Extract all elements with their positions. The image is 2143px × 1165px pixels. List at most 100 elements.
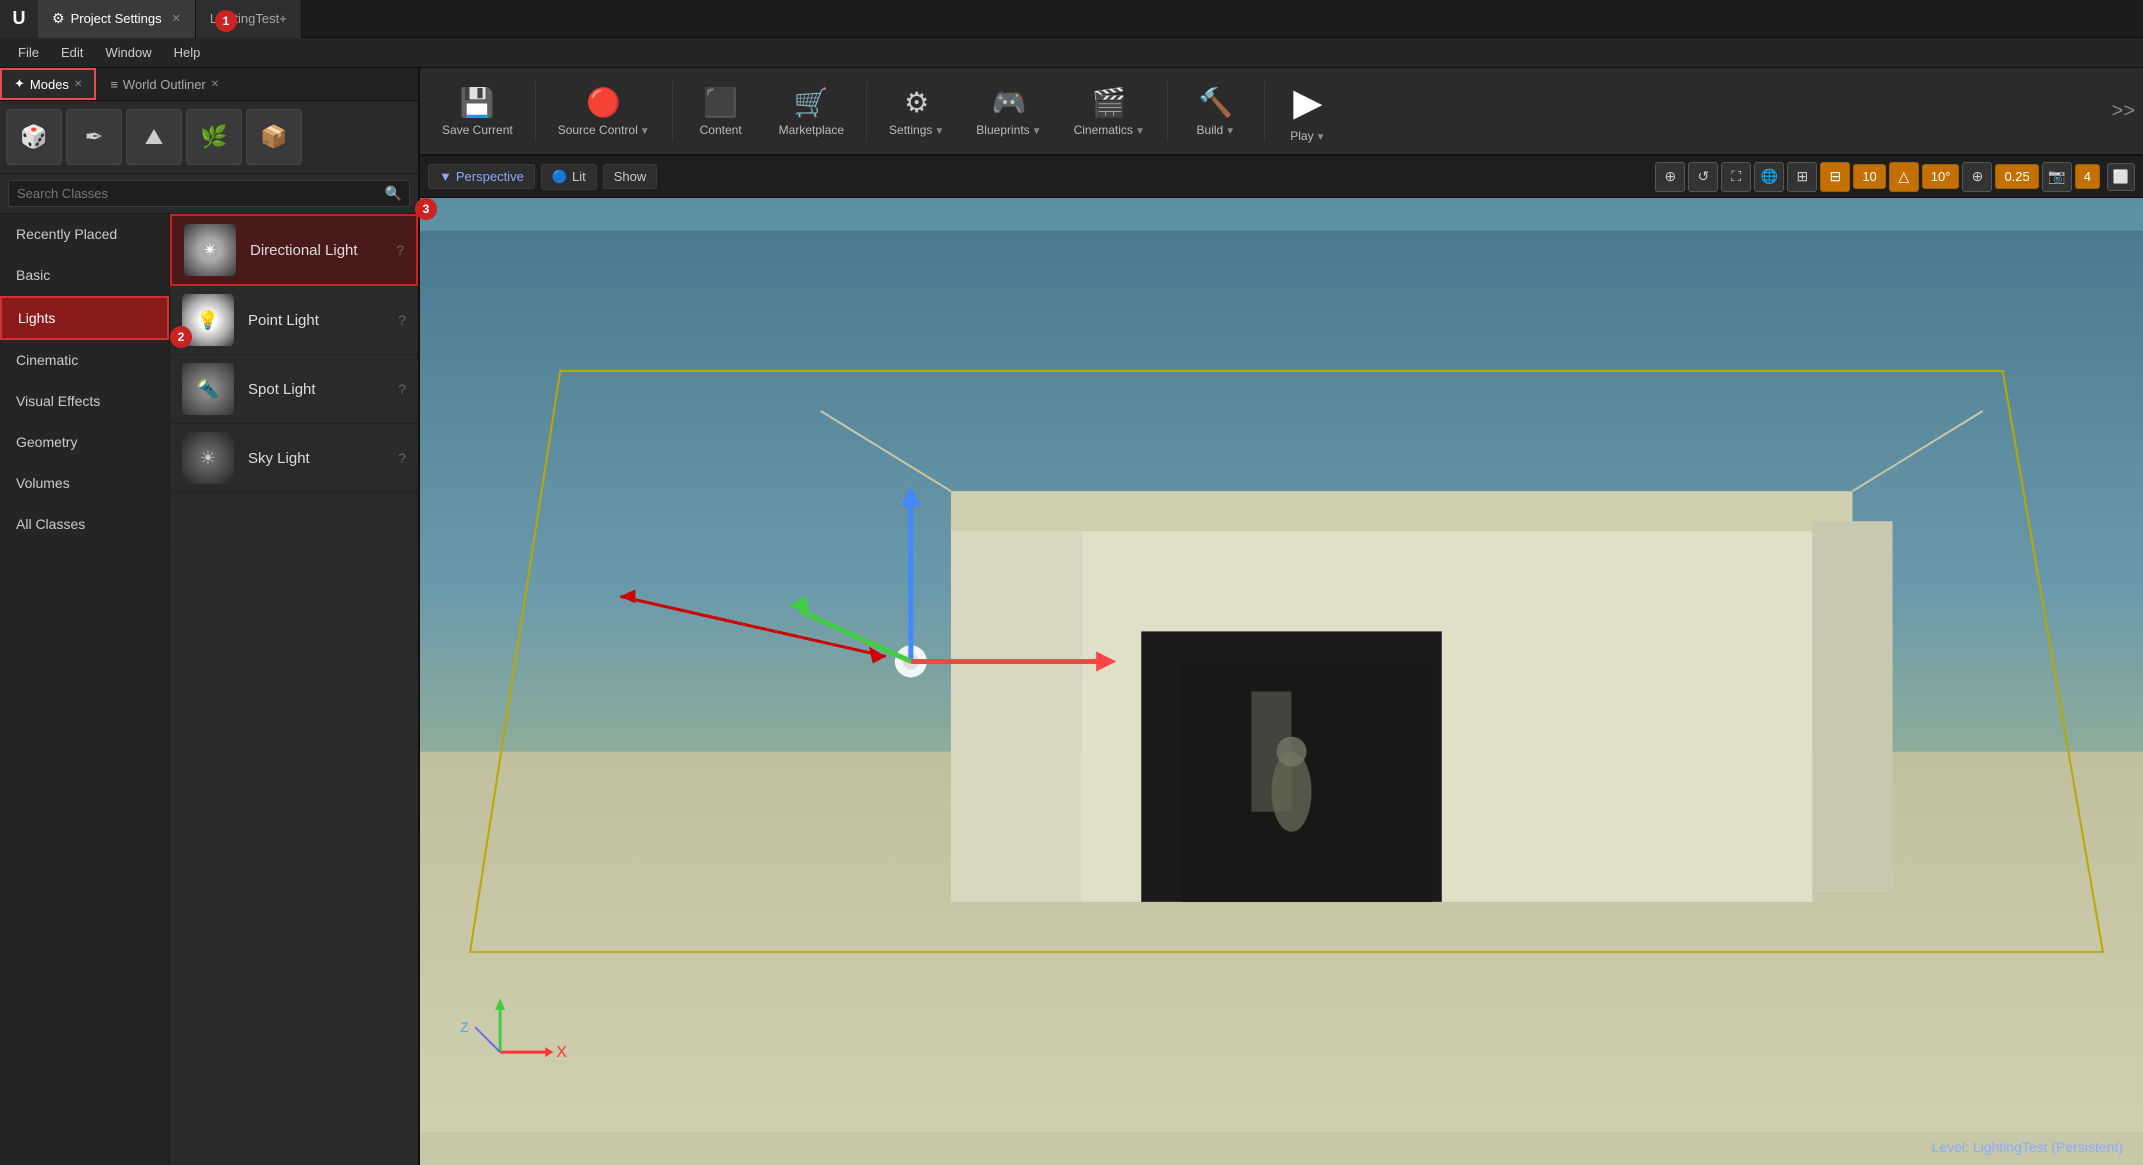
grid-btn[interactable]: ⊟ <box>1820 162 1850 192</box>
angle-value[interactable]: 10° <box>1922 164 1960 189</box>
category-recently-placed[interactable]: Recently Placed <box>0 214 169 255</box>
left-panel: ✦ Modes ✕ ≡ World Outliner ✕ 🎲 ✒ ⛰ 🌿 📦 🔍 <box>0 68 420 1165</box>
menu-window[interactable]: Window <box>95 41 161 64</box>
panel-tab-modes[interactable]: ✦ Modes ✕ <box>0 68 96 100</box>
move-tool-btn[interactable]: ⊕ <box>1655 162 1685 192</box>
panel-tab-outliner-label: World Outliner <box>123 77 206 92</box>
badge-2: 2 <box>170 326 192 348</box>
grid-value[interactable]: 10 <box>1853 164 1885 189</box>
build-label: Build <box>1197 123 1224 137</box>
content-icon: ⬛ <box>703 86 738 119</box>
scale-tool-btn[interactable]: ⛶ <box>1721 162 1751 192</box>
tab-lighting-test[interactable]: LightingTest+ <box>196 0 302 38</box>
perspective-dropdown[interactable]: ▼ Perspective <box>428 164 535 189</box>
light-item-sky[interactable]: ☀ Sky Light ? <box>170 424 418 493</box>
source-control-btn[interactable]: 🔴 Source Control ▼ <box>544 71 664 151</box>
light-item-spot[interactable]: 🔦 Spot Light ? <box>170 355 418 424</box>
panel-tab-world-outliner[interactable]: ≡ World Outliner ✕ <box>96 68 233 100</box>
category-geometry[interactable]: Geometry <box>0 422 169 463</box>
modes-icon: ✦ <box>14 76 25 92</box>
search-input[interactable] <box>8 180 410 207</box>
scene-svg: X Z <box>420 198 2143 1165</box>
category-basic[interactable]: Basic <box>0 255 169 296</box>
spot-light-help[interactable]: ? <box>398 381 406 397</box>
placement-mode-btn[interactable]: 🎲 <box>6 109 62 165</box>
viewport-toolbar: ▼ Perspective 🔵 Lit Show ⊕ ↺ ⛶ 🌐 ⊞ ⊟ 10 … <box>420 156 2143 198</box>
toolbar-sep-2 <box>672 81 673 141</box>
ue-logo: U <box>0 0 38 38</box>
badge-1: 1 <box>215 10 237 32</box>
menu-help[interactable]: Help <box>164 41 211 64</box>
tab-project-settings[interactable]: ⚙ Project Settings ✕ <box>38 0 196 38</box>
viewport-3d[interactable]: X Z Level: LightingTest (Persistent) <box>420 198 2143 1165</box>
source-control-label: Source Control <box>558 123 638 137</box>
light-item-point[interactable]: 💡 Point Light ? <box>170 286 418 355</box>
viewport-expand-btn[interactable]: ⬜ <box>2107 163 2135 191</box>
point-light-help[interactable]: ? <box>398 312 406 328</box>
paint-mode-btn[interactable]: ✒ <box>66 109 122 165</box>
point-light-label: Point Light <box>248 312 319 329</box>
camera-value[interactable]: 4 <box>2075 164 2100 189</box>
blueprints-btn[interactable]: 🎮 Blueprints ▼ <box>962 71 1055 151</box>
search-box-wrap: 🔍 <box>0 174 418 214</box>
play-btn[interactable]: ▶ Play ▼ <box>1273 71 1343 151</box>
angle-icon-btn[interactable]: △ <box>1889 162 1919 192</box>
settings-label-wrap: Settings ▼ <box>889 123 944 137</box>
directional-light-help[interactable]: ? <box>396 242 404 258</box>
build-btn[interactable]: 🔨 Build ▼ <box>1176 71 1256 151</box>
cinematics-btn[interactable]: 🎬 Cinematics ▼ <box>1060 71 1159 151</box>
cinematics-arrow: ▼ <box>1135 126 1145 137</box>
landscape-mode-btn[interactable]: ⛰ <box>126 109 182 165</box>
panel-tab-outliner-close[interactable]: ✕ <box>211 79 219 90</box>
geometry-mode-btn[interactable]: 📦 <box>246 109 302 165</box>
directional-light-thumb: ✴ <box>184 224 236 276</box>
menu-bar: File Edit Window Help <box>0 38 2143 68</box>
show-btn[interactable]: Show <box>603 164 658 189</box>
toolbar: 💾 Save Current 🔴 Source Control ▼ ⬛ Cont… <box>420 68 2143 156</box>
blueprints-label: Blueprints <box>976 123 1029 137</box>
vp-icon-row: ⊕ ↺ ⛶ 🌐 ⊞ ⊟ 10 △ 10° ⊕ 0.25 📷 4 ⬜ <box>1655 162 2135 192</box>
menu-edit[interactable]: Edit <box>51 41 93 64</box>
build-label-wrap: Build ▼ <box>1197 123 1236 137</box>
category-cinematic[interactable]: Cinematic <box>0 340 169 381</box>
play-label: Play <box>1290 129 1313 143</box>
build-icon: 🔨 <box>1198 86 1233 119</box>
category-volumes[interactable]: Volumes <box>0 463 169 504</box>
lit-sphere-icon: 🔵 <box>552 169 568 185</box>
menu-file[interactable]: File <box>8 41 49 64</box>
save-current-btn[interactable]: 💾 Save Current <box>428 71 527 151</box>
category-lights[interactable]: Lights <box>0 296 169 340</box>
foliage-mode-btn[interactable]: 🌿 <box>186 109 242 165</box>
save-icon: 💾 <box>460 86 495 119</box>
snap-value[interactable]: 0.25 <box>1995 164 2038 189</box>
lit-btn[interactable]: 🔵 Lit <box>541 164 597 190</box>
level-label: Level: LightingTest (Persistent) <box>1932 1139 2123 1155</box>
camera-icon-btn[interactable]: 📷 <box>2042 162 2072 192</box>
play-icon: ▶ <box>1293 80 1322 125</box>
panel-tab-modes-close[interactable]: ✕ <box>74 79 82 90</box>
snap-icon-btn[interactable]: ⊕ <box>1962 162 1992 192</box>
toolbar-sep-5 <box>1264 81 1265 141</box>
light-item-directional[interactable]: ✴ Directional Light ? <box>170 214 418 286</box>
right-area: 💾 Save Current 🔴 Source Control ▼ ⬛ Cont… <box>420 68 2143 1165</box>
sky-light-help[interactable]: ? <box>398 450 406 466</box>
category-visual-effects[interactable]: Visual Effects <box>0 381 169 422</box>
items-column: ✴ Directional Light ? 💡 Point Light ? 🔦 … <box>170 214 418 1165</box>
sky-light-thumb: ☀ <box>182 432 234 484</box>
settings-btn[interactable]: ⚙ Settings ▼ <box>875 71 958 151</box>
toolbar-sep-1 <box>535 81 536 141</box>
rotate-tool-btn[interactable]: ↺ <box>1688 162 1718 192</box>
content-btn[interactable]: ⬛ Content <box>681 71 761 151</box>
settings-arrow: ▼ <box>934 126 944 137</box>
world-btn[interactable]: 🌐 <box>1754 162 1784 192</box>
tab-close-icon[interactable]: ✕ <box>172 12 181 25</box>
blueprints-arrow: ▼ <box>1032 126 1042 137</box>
marketplace-btn[interactable]: 🛒 Marketplace <box>765 71 858 151</box>
surface-snapping-btn[interactable]: ⊞ <box>1787 162 1817 192</box>
toolbar-expand-btn[interactable]: >> <box>2112 100 2135 123</box>
category-all-classes[interactable]: All Classes <box>0 504 169 545</box>
build-arrow: ▼ <box>1225 126 1235 137</box>
cinematics-label: Cinematics <box>1074 123 1133 137</box>
settings-icon: ⚙ <box>904 86 929 119</box>
spot-light-thumb: 🔦 <box>182 363 234 415</box>
